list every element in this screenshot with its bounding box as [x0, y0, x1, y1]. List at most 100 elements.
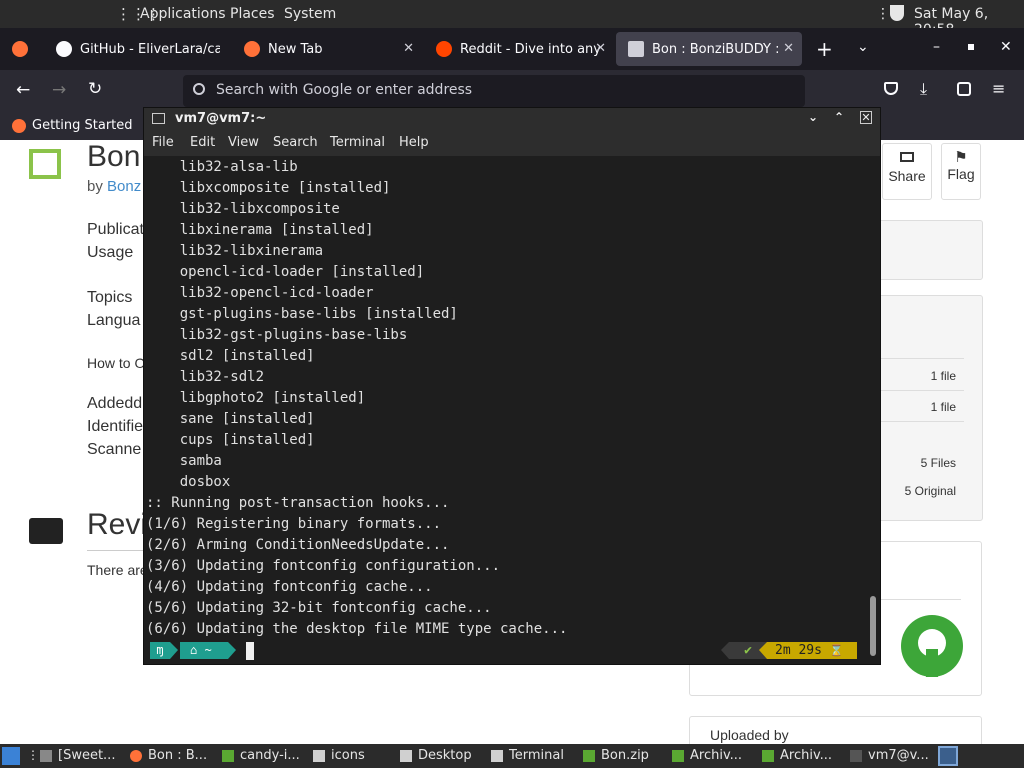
- menu-system[interactable]: System: [284, 6, 336, 22]
- open-source-logo-icon: [901, 615, 963, 677]
- taskbar-item[interactable]: Bon : B...: [130, 748, 207, 763]
- tab-new-tab[interactable]: New Tab ✕: [232, 32, 422, 66]
- share-icon: [900, 152, 914, 162]
- terminal-menubar: File Edit View Search Terminal Help: [144, 130, 880, 156]
- info-shield-icon[interactable]: [890, 5, 904, 21]
- reviews-heading: Revi: [87, 508, 148, 541]
- file-count[interactable]: 5 Files: [921, 456, 956, 470]
- menu-applications[interactable]: Applications: [140, 6, 226, 22]
- firefox-icon: [12, 119, 26, 133]
- share-button[interactable]: Share: [882, 143, 932, 200]
- terminal-scrollbar[interactable]: [868, 156, 878, 662]
- prompt-separator-icon: [228, 642, 236, 659]
- taskbar-item[interactable]: [Sweet...: [40, 748, 115, 763]
- firefox-icon: [130, 749, 142, 762]
- save-icon[interactable]: [29, 149, 61, 179]
- tab-bonzibuddy[interactable]: Bon : BonziBUDDY : F ✕: [616, 32, 802, 66]
- field-label: Identifie: [87, 418, 144, 435]
- prompt-dir-segment: ⌂ ~: [180, 642, 228, 659]
- archive-icon: [672, 749, 684, 762]
- terminal-window[interactable]: vm7@vm7:~ ⌄ ⌃ ✕ File Edit View Search Te…: [143, 107, 881, 665]
- terminal-line: sdl2 [installed]: [146, 348, 315, 364]
- close-tab-icon[interactable]: ✕: [403, 41, 414, 56]
- menu-search[interactable]: Search: [273, 135, 318, 150]
- url-placeholder: Search with Google or enter address: [216, 82, 473, 98]
- menu-view[interactable]: View: [228, 135, 259, 150]
- menu-help[interactable]: Help: [399, 135, 429, 150]
- field-label: Topics: [87, 289, 133, 306]
- minimize-window-icon[interactable]: –: [933, 39, 940, 55]
- taskbar-item[interactable]: Archiv...: [672, 748, 742, 763]
- field-label: Addeddl: [87, 395, 146, 412]
- terminal-line: lib32-alsa-lib: [146, 159, 298, 175]
- terminal-titlebar[interactable]: vm7@vm7:~ ⌄ ⌃ ✕: [144, 108, 880, 130]
- bookmark-getting-started[interactable]: Getting Started: [32, 118, 133, 133]
- tab-reddit[interactable]: Reddit - Dive into any ✕: [424, 32, 614, 66]
- field-label: Langua: [87, 312, 141, 329]
- taskbar-handle-icon: ⋮: [27, 748, 39, 762]
- menu-edit[interactable]: Edit: [190, 135, 215, 150]
- terminal-line: lib32-libxinerama: [146, 243, 324, 259]
- menu-terminal[interactable]: Terminal: [330, 135, 385, 150]
- close-window-icon[interactable]: ✕: [1000, 39, 1012, 55]
- archive-icon: [583, 749, 595, 762]
- divider: [880, 358, 964, 359]
- taskbar-item[interactable]: Bon.zip: [583, 748, 649, 763]
- author-link[interactable]: Bonz: [107, 178, 141, 195]
- scrollbar-thumb[interactable]: [870, 596, 876, 656]
- extensions-icon[interactable]: [957, 82, 971, 96]
- new-tab-plus-icon[interactable]: +: [816, 37, 833, 61]
- maximize-window-icon[interactable]: [968, 44, 974, 50]
- top-panel: ⋮⋮⋮ Applications Places System ⋮ Sat May…: [0, 0, 1024, 38]
- elapsed-time-text: 2m 29s: [775, 643, 822, 658]
- flag-button[interactable]: ⚑ Flag: [941, 143, 981, 200]
- file-count[interactable]: 1 file: [931, 369, 956, 383]
- taskbar-item[interactable]: icons: [313, 748, 365, 763]
- workspace-switcher-icon[interactable]: [938, 746, 958, 766]
- taskbar-item[interactable]: Archiv...: [762, 748, 832, 763]
- close-tab-icon[interactable]: ✕: [783, 41, 794, 56]
- maximize-icon[interactable]: ⌃: [834, 110, 844, 124]
- taskbar-item-label: Archiv...: [780, 748, 833, 763]
- taskbar-item[interactable]: Desktop: [400, 748, 472, 763]
- terminal-line: lib32-gst-plugins-base-libs: [146, 327, 408, 343]
- taskbar-item-label: candy-i...: [240, 748, 300, 763]
- reload-icon[interactable]: ↻: [88, 79, 102, 99]
- hamburger-menu-icon[interactable]: ≡: [992, 79, 1005, 98]
- file-count[interactable]: 1 file: [931, 400, 956, 414]
- taskbar-item[interactable]: Terminal: [491, 748, 564, 763]
- url-bar[interactable]: Search with Google or enter address: [183, 75, 805, 107]
- terminal-line: (2/6) Arming ConditionNeedsUpdate...: [146, 537, 450, 553]
- more-vertical-icon[interactable]: ⋮: [876, 6, 890, 22]
- menu-places[interactable]: Places: [230, 6, 275, 22]
- close-tab-icon[interactable]: ✕: [595, 41, 606, 56]
- terminal-line: libgphoto2 [installed]: [146, 390, 366, 406]
- elapsed-time: 2m 29s ⌛: [767, 642, 857, 659]
- tab-title: Reddit - Dive into any: [460, 41, 600, 57]
- minimize-icon[interactable]: ⌄: [808, 110, 818, 124]
- terminal-line: (5/6) Updating 32-bit fontconfig cache..…: [146, 600, 492, 616]
- back-arrow-icon[interactable]: ←: [16, 80, 30, 100]
- forward-arrow-icon[interactable]: →: [52, 80, 66, 100]
- prompt-separator-icon: [170, 642, 178, 659]
- tab-title: GitHub - EliverLara/ca: [80, 41, 220, 57]
- status-separator-icon: [721, 642, 729, 659]
- terminal-line: lib32-sdl2: [146, 369, 265, 385]
- firefox-view-icon[interactable]: [12, 41, 28, 57]
- terminal-output[interactable]: lib32-alsa-lib libxcomposite [installed]…: [144, 156, 866, 664]
- show-desktop-icon[interactable]: [2, 747, 20, 765]
- firefox-icon: [244, 41, 260, 57]
- file-count[interactable]: 5 Original: [905, 484, 956, 498]
- tab-github[interactable]: GitHub - EliverLara/ca: [44, 32, 229, 66]
- pocket-icon[interactable]: [884, 82, 898, 95]
- taskbar-item[interactable]: candy-i...: [222, 748, 300, 763]
- download-icon[interactable]: ⤓: [920, 79, 927, 99]
- menu-file[interactable]: File: [152, 135, 174, 150]
- chevron-down-icon[interactable]: ⌄: [857, 39, 869, 55]
- terminal-line: lib32-opencl-icd-loader: [146, 285, 374, 301]
- taskbar-item-active[interactable]: vm7@v...: [850, 748, 929, 763]
- divider: [880, 390, 964, 391]
- flag-icon: ⚑: [954, 149, 968, 166]
- close-icon[interactable]: ✕: [860, 111, 872, 124]
- prompt-line: ɱ ⌂ ~ ✔ 2m 29s ⌛: [146, 640, 866, 661]
